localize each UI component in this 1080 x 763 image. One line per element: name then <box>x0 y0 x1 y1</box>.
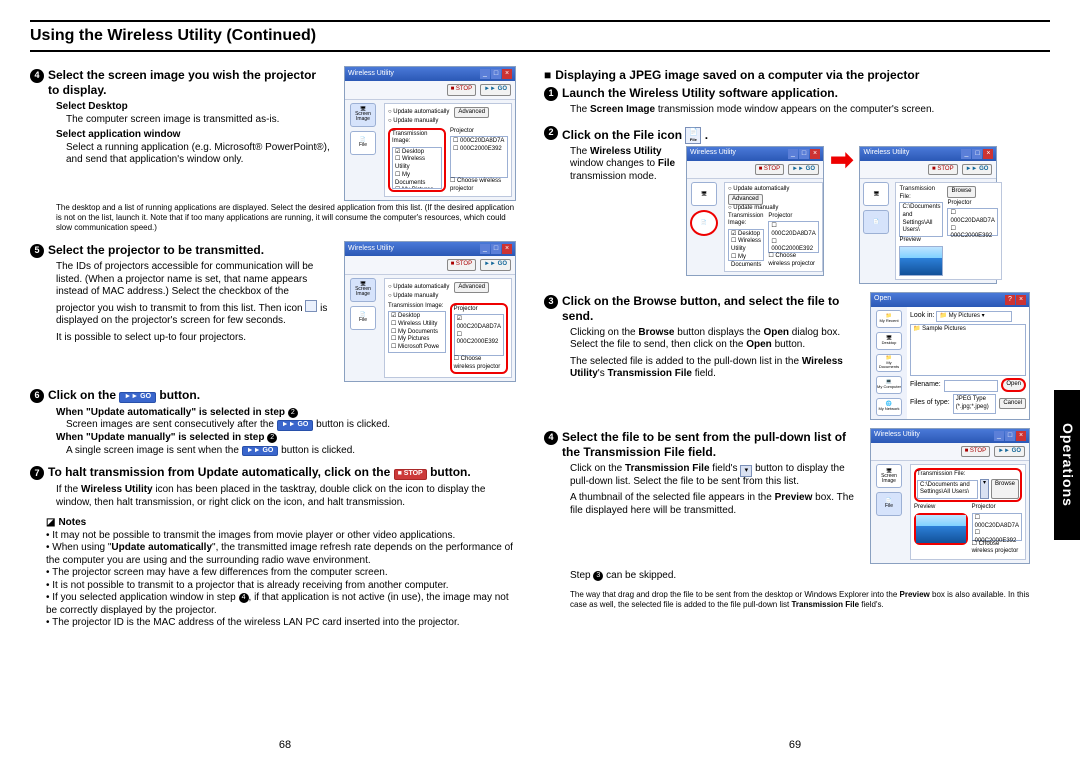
right-column: Displaying a JPEG image saved on a compu… <box>544 66 1050 733</box>
open-button-circled[interactable]: Open <box>1001 378 1026 392</box>
section-heading: Displaying a JPEG image saved on a compu… <box>544 68 1030 83</box>
step-2-num-icon: 2 <box>544 126 558 140</box>
step-6-num-icon: 6 <box>30 389 44 403</box>
stop-button-inline[interactable]: ■ STOP <box>394 469 427 480</box>
projector-indicator-icon <box>305 300 317 312</box>
step-3-num-icon: 3 <box>544 295 558 309</box>
page-title-bar: Using the Wireless Utility (Continued) <box>30 20 1050 52</box>
stop-button[interactable]: ■ STOP <box>447 84 477 96</box>
r-step-3-heading: 3 Click on the Browse button, and select… <box>544 294 862 324</box>
page-title: Using the Wireless Utility (Continued) <box>30 27 316 44</box>
arrow-right-icon: ➡ <box>830 146 853 174</box>
file-tab[interactable]: 📄File <box>350 131 376 155</box>
page-num-right: 69 <box>789 739 801 753</box>
notes-heading: Notes <box>46 517 516 530</box>
side-tab-operations: Operations <box>1054 390 1080 540</box>
go-button[interactable]: ►► GO <box>480 84 511 96</box>
step-7-num-icon: 7 <box>30 466 44 480</box>
step-ref-3-icon: 3 <box>593 571 603 581</box>
r-step-4-heading: 4 Select the file to be sent from the pu… <box>544 430 862 460</box>
step-1-num-icon: 1 <box>544 87 558 101</box>
screenshot-file-transmission: Wireless Utility_□× ■ STOP►► GO 🖥Screen … <box>870 428 1030 564</box>
notes-list: It may not be possible to transmit the i… <box>46 530 516 630</box>
step-4-num-icon: 4 <box>30 69 44 83</box>
go-button-inline[interactable]: ►► GO <box>242 446 279 457</box>
dropdown-icon[interactable]: ▾ <box>740 465 752 477</box>
screenshot-mode-before: Wireless Utility_□× ■ STOP►► GO 🖥 📄 ○ Up… <box>686 146 824 277</box>
step-7-heading: 7 To halt transmission from Update autom… <box>30 465 516 481</box>
screenshot-transmission-image: Wireless Utility_□× ■ STOP ►► GO 🖥Screen… <box>344 66 516 201</box>
select-app-window-label: Select application window <box>56 129 330 142</box>
select-desktop-label: Select Desktop <box>56 101 330 114</box>
step-5-num-icon: 5 <box>30 244 44 258</box>
screenshot-open-dialog: Open?× 📁My Recent 🖥Desktop 📁My Documents… <box>870 292 1030 420</box>
screen-image-tab[interactable]: 🖥Screen Image <box>350 103 376 127</box>
r-step-2-heading: 2 Click on the File icon 📄File . <box>544 125 1030 143</box>
go-button-inline[interactable]: ►► GO <box>119 392 156 403</box>
screenshot-mode-after: Wireless Utility_□× ■ STOP►► GO 🖥 📄 Tran… <box>859 146 997 284</box>
page-numbers: 68 69 <box>30 739 1050 753</box>
r-step-1-heading: 1 Launch the Wireless Utility software a… <box>544 86 1030 101</box>
file-tab-circled[interactable]: 📄 <box>690 210 718 236</box>
file-icon[interactable]: 📄File <box>685 127 701 144</box>
page-num-left: 68 <box>279 739 291 753</box>
step-5-heading: 5 Select the projector to be transmitted… <box>30 243 330 258</box>
screenshot-projector-select: Wireless Utility_□× ■ STOP ►► GO 🖥Screen… <box>344 241 516 382</box>
step-6-heading: 6 Click on the ►► GO button. <box>30 388 516 404</box>
step-4-heading: 4 Select the screen image you wish the p… <box>30 68 330 98</box>
go-button-inline[interactable]: ►► GO <box>277 420 314 431</box>
step-4r-num-icon: 4 <box>544 431 558 445</box>
left-column: 4 Select the screen image you wish the p… <box>30 66 516 733</box>
